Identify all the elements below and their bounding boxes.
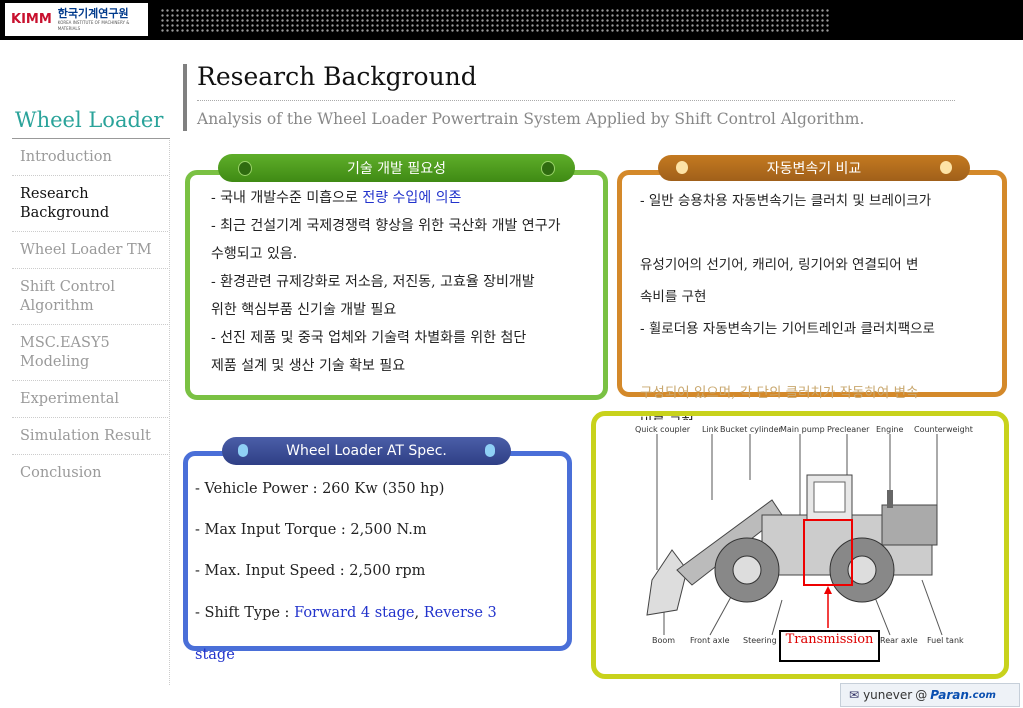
mail-icon: ✉ xyxy=(849,688,860,702)
sidebar-item-shift-control-algorithm[interactable]: Shift Control Algorithm xyxy=(12,278,168,325)
spec-shift-reverse: Reverse 3 xyxy=(423,605,497,621)
panel-need-heading-label: 기술 개발 필요성 xyxy=(346,161,447,177)
sidebar-item-conclusion[interactable]: Conclusion xyxy=(12,464,168,491)
footer-user: yunever xyxy=(863,688,913,702)
compare-line-4: - 휠로더용 자동변속기는 기어트레인과 클러치팩으로 xyxy=(640,321,935,337)
logo-korean: 한국기계연구원 xyxy=(57,6,129,20)
sidebar-item-experimental[interactable]: Experimental xyxy=(12,390,168,418)
logo-abbr: KIMM xyxy=(11,12,52,27)
label-main-pump: Main pump xyxy=(780,425,825,434)
footer-badge[interactable]: ✉ yunever @ Paran .com xyxy=(840,683,1020,707)
dot-pattern xyxy=(160,8,830,32)
label-steering: Steering xyxy=(743,636,777,645)
kimm-logo: KIMM 한국기계연구원 KOREA INSTITUTE OF MACHINER… xyxy=(5,3,148,36)
need-line-7: 제품 설계 및 생산 기술 확보 필요 xyxy=(211,358,406,374)
logo-english: KOREA INSTITUTE OF MACHINERY & MATERIALS xyxy=(57,19,130,31)
panel-spec-heading: Wheel Loader AT Spec. xyxy=(222,437,511,465)
bullet-dot-icon xyxy=(541,161,555,176)
label-quick-coupler: Quick coupler xyxy=(635,425,691,434)
sidebar-item-simulation-result[interactable]: Simulation Result xyxy=(12,427,168,455)
label-engine: Engine xyxy=(876,425,904,434)
footer-at: @ xyxy=(915,688,928,702)
need-line-1-text: - 국내 개발수준 미흡으로 xyxy=(211,190,363,206)
compare-line-3: 속비를 구현 xyxy=(640,289,707,305)
sidebar-item-msc-easy5-modeling[interactable]: MSC.EASY5 Modeling xyxy=(12,334,168,381)
title-accent-bar xyxy=(183,64,187,131)
page-subtitle: Analysis of the Wheel Loader Powertrain … xyxy=(197,110,865,128)
transmission-callout: Transmission xyxy=(779,630,880,662)
wheel-loader-drawing xyxy=(646,434,943,636)
spec-power: - Vehicle Power : 260 Kw (350 hp) xyxy=(195,481,445,497)
bullet-dot-icon xyxy=(485,444,495,457)
sidebar-item-wheel-loader-tm[interactable]: Wheel Loader TM xyxy=(12,241,168,269)
compare-line-5: 구성되어 있으며, 각 단의 클러치가 작동하여 변속 xyxy=(640,385,919,401)
title-divider xyxy=(197,100,955,101)
spec-shift-type: - Shift Type : Forward 4 stage, Reverse … xyxy=(195,599,497,627)
sidebar-nav: Introduction Research Background Wheel L… xyxy=(12,148,168,500)
need-line-5: 위한 핵심부품 신기술 개발 필요 xyxy=(211,302,397,318)
label-link: Link xyxy=(702,425,719,434)
bullet-dot-icon xyxy=(676,161,688,174)
label-bucket-cylinder: Bucket cylinder xyxy=(720,425,782,434)
spec-shift-forward: Forward 4 stage xyxy=(294,605,415,621)
label-boom: Boom xyxy=(652,636,676,645)
need-line-3: 수행되고 있음. xyxy=(211,246,298,262)
spec-shift-tail: stage xyxy=(195,647,235,663)
bullet-dot-icon xyxy=(238,444,248,457)
panel-compare-heading-label: 자동변속기 비교 xyxy=(766,161,862,177)
need-line-6: - 선진 제품 및 중국 업체와 기술력 차별화를 위한 첨단 xyxy=(211,330,527,346)
need-line-4: - 환경관련 규제강화로 저소음, 저진동, 고효율 장비개발 xyxy=(211,274,535,290)
need-line-2: - 최근 건설기계 국제경쟁력 향상을 위한 국산화 개발 연구가 xyxy=(211,218,561,234)
panel-spec-heading-label: Wheel Loader AT Spec. xyxy=(286,443,447,459)
sidebar-item-research-background[interactable]: Research Background xyxy=(12,185,168,232)
bullet-dot-icon xyxy=(940,161,952,174)
panel-compare-heading: 자동변속기 비교 xyxy=(658,155,970,181)
sidebar-item-introduction[interactable]: Introduction xyxy=(12,148,168,176)
spec-speed: - Max. Input Speed : 2,500 rpm xyxy=(195,563,426,579)
need-line-1-highlight: 전량 수입에 의존 xyxy=(362,190,462,206)
spec-torque: - Max Input Torque : 2,500 N.m xyxy=(195,522,427,538)
label-counterweight: Counterweight xyxy=(914,425,973,434)
label-rear-axle: Rear axle xyxy=(880,636,918,645)
label-fuel-tank: Fuel tank xyxy=(927,636,964,645)
spec-shift-label: - Shift Type : xyxy=(195,605,295,621)
footer-brand: Paran xyxy=(930,688,969,702)
need-line-1: - 국내 개발수준 미흡으로 전량 수입에 의존 xyxy=(211,184,461,212)
sidebar-divider xyxy=(12,138,170,139)
sidebar-title: Wheel Loader xyxy=(15,108,164,132)
page-title: Research Background xyxy=(197,62,477,91)
compare-line-2: 유성기어의 선기어, 캐리어, 링기어와 연결되어 변 xyxy=(640,257,919,273)
sidebar-border xyxy=(169,140,170,685)
label-front-axle: Front axle xyxy=(690,636,730,645)
spec-shift-sep: , xyxy=(414,605,424,621)
footer-domain: .com xyxy=(968,689,996,701)
panel-need-heading: 기술 개발 필요성 xyxy=(218,154,575,182)
bullet-dot-icon xyxy=(238,161,252,176)
wheel-loader-diagram: Quick coupler Link Bucket cylinder Main … xyxy=(632,420,973,650)
compare-line-1: - 일반 승용차용 자동변속기는 클러치 및 브레이크가 xyxy=(640,193,932,209)
label-precleaner: Precleaner xyxy=(827,425,870,434)
